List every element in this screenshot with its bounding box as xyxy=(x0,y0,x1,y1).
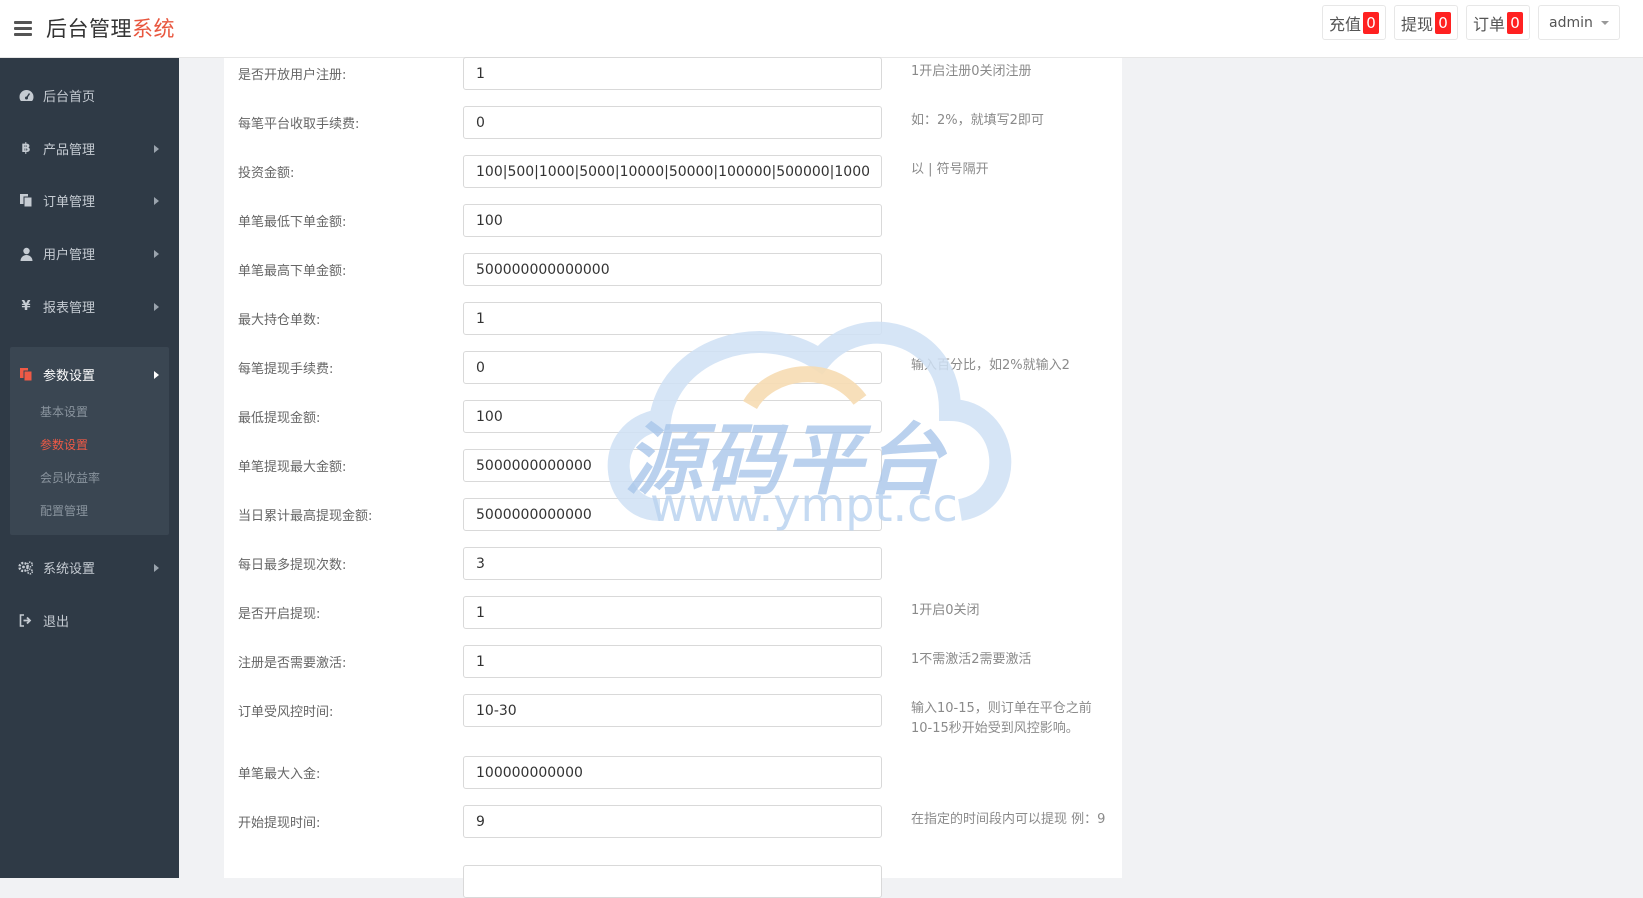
max-deposit-input[interactable] xyxy=(463,756,882,789)
sidebar: 后台首页 ฿ 产品管理 订单管理 用户管理 ¥ 报表管理 参数设置 基本设置 参… xyxy=(0,58,179,878)
withdraw-button[interactable]: 提现 0 xyxy=(1394,5,1459,40)
next-field-input[interactable] xyxy=(463,865,882,898)
sidebar-item-label: 退出 xyxy=(43,615,70,630)
form-label: 注册是否需要激活: xyxy=(238,656,347,671)
withdraw-enabled-input[interactable] xyxy=(463,596,882,629)
sidebar-item-logout[interactable]: 退出 xyxy=(0,593,179,648)
sidebar-item-label: 参数设置 xyxy=(43,369,96,384)
caret-right-icon xyxy=(154,144,159,153)
form-label: 最低提现金额: xyxy=(238,411,321,426)
sidebar-item-orders[interactable]: 订单管理 xyxy=(0,173,179,228)
app-title: 后台管理系统 xyxy=(46,13,175,43)
sidebar-item-products[interactable]: ฿ 产品管理 xyxy=(0,121,179,176)
withdraw-fee-input[interactable] xyxy=(463,351,882,384)
sign-out-icon xyxy=(18,613,34,629)
withdraw-count-badge: 0 xyxy=(1435,11,1452,34)
withdraw-label: 提现 xyxy=(1401,14,1434,34)
withdraw-start-time-input[interactable] xyxy=(463,805,882,838)
sidebar-subitem-basic[interactable]: 基本设置 xyxy=(40,403,88,420)
max-order-input[interactable] xyxy=(463,253,882,286)
copy-icon xyxy=(18,193,34,209)
recharge-button[interactable]: 充值 0 xyxy=(1322,5,1387,40)
max-single-withdraw-input[interactable] xyxy=(463,449,882,482)
sidebar-item-system[interactable]: 系统设置 xyxy=(0,540,179,595)
user-icon xyxy=(18,246,34,262)
form-label: 最大持仓单数: xyxy=(238,313,321,328)
form-label: 每日最多提现次数: xyxy=(238,558,347,573)
daily-max-withdraw-input[interactable] xyxy=(463,498,882,531)
form-label: 开始提现时间: xyxy=(238,816,321,831)
caret-right-icon xyxy=(154,370,159,379)
form-label: 投资金额: xyxy=(238,166,295,181)
sidebar-item-label: 产品管理 xyxy=(43,143,96,158)
caret-right-icon xyxy=(154,302,159,311)
top-header: 后台管理系统 充值 0 提现 0 订单 0 admin xyxy=(0,0,1643,58)
username: admin xyxy=(1549,14,1593,31)
sidebar-subitem-config[interactable]: 配置管理 xyxy=(40,502,88,519)
daily-withdraw-count-input[interactable] xyxy=(463,547,882,580)
form-label: 订单受风控时间: xyxy=(238,705,334,720)
recharge-count-badge: 0 xyxy=(1363,11,1380,34)
app-title-accent: 系统 xyxy=(132,17,175,41)
sidebar-item-label: 订单管理 xyxy=(43,195,96,210)
form-label: 当日累计最高提现金额: xyxy=(238,509,373,524)
yen-icon: ¥ xyxy=(21,299,31,314)
dashboard-icon xyxy=(18,88,34,104)
form-label: 单笔最低下单金额: xyxy=(238,215,347,230)
app-title-main: 后台管理 xyxy=(46,17,132,41)
form-label: 单笔最大入金: xyxy=(238,767,321,782)
params-form: 是否开放用户注册: 1开启注册0关闭注册 每笔平台收取手续费: 如：2%，就填写… xyxy=(224,57,1122,898)
form-hint: 输入百分比，如2%就输入2 xyxy=(911,358,1070,373)
form-label: 是否开启提现: xyxy=(238,607,321,622)
bitcoin-icon: ฿ xyxy=(21,141,31,156)
form-label: 每笔平台收取手续费: xyxy=(238,117,360,132)
form-hint: 以 | 符号隔开 xyxy=(911,162,989,177)
form-hint: 如：2%，就填写2即可 xyxy=(911,113,1044,128)
sidebar-item-label: 后台首页 xyxy=(43,90,96,105)
risk-control-time-input[interactable] xyxy=(463,694,882,727)
form-hint: 1不需激活2需要激活 xyxy=(911,652,1032,667)
recharge-label: 充值 xyxy=(1329,14,1362,34)
min-order-input[interactable] xyxy=(463,204,882,237)
orders-button[interactable]: 订单 0 xyxy=(1466,5,1531,40)
files-icon xyxy=(18,367,34,383)
invest-amounts-input[interactable] xyxy=(463,155,882,188)
sidebar-subitem-params[interactable]: 参数设置 xyxy=(40,436,88,453)
gears-icon xyxy=(18,560,34,576)
caret-down-icon xyxy=(1600,20,1609,25)
caret-right-icon xyxy=(154,563,159,572)
orders-count-badge: 0 xyxy=(1507,11,1524,34)
sidebar-item-params[interactable]: 参数设置 xyxy=(10,347,169,402)
sidebar-item-dashboard[interactable]: 后台首页 xyxy=(0,68,179,123)
register-activation-input[interactable] xyxy=(463,645,882,678)
sidebar-item-label: 用户管理 xyxy=(43,248,96,263)
user-menu-button[interactable]: admin xyxy=(1538,5,1620,40)
register-open-input[interactable] xyxy=(463,57,882,90)
caret-right-icon xyxy=(154,249,159,258)
sidebar-item-label: 系统设置 xyxy=(43,562,96,577)
form-hint: 1开启注册0关闭注册 xyxy=(911,64,1032,79)
sidebar-subitem-member-yield[interactable]: 会员收益率 xyxy=(40,469,100,486)
max-positions-input[interactable] xyxy=(463,302,882,335)
form-label: 单笔提现最大金额: xyxy=(238,460,347,475)
menu-toggle-icon[interactable] xyxy=(14,21,32,36)
form-label: 单笔最高下单金额: xyxy=(238,264,347,279)
sidebar-group-params: 参数设置 基本设置 参数设置 会员收益率 配置管理 xyxy=(10,347,169,535)
sidebar-item-label: 报表管理 xyxy=(43,301,96,316)
sidebar-item-users[interactable]: 用户管理 xyxy=(0,226,179,281)
form-hint: 在指定的时间段内可以提现 例：9 xyxy=(911,812,1106,827)
form-label: 每笔提现手续费: xyxy=(238,362,334,377)
form-label: 是否开放用户注册: xyxy=(238,68,347,83)
sidebar-item-reports[interactable]: ¥ 报表管理 xyxy=(0,279,179,334)
platform-fee-input[interactable] xyxy=(463,106,882,139)
caret-right-icon xyxy=(154,196,159,205)
orders-label: 订单 xyxy=(1473,14,1506,34)
form-hint: 1开启0关闭 xyxy=(911,603,980,618)
min-withdraw-input[interactable] xyxy=(463,400,882,433)
form-hint: 输入10-15，则订单在平仓之前10-15秒开始受到风控影响。 xyxy=(911,701,1092,736)
